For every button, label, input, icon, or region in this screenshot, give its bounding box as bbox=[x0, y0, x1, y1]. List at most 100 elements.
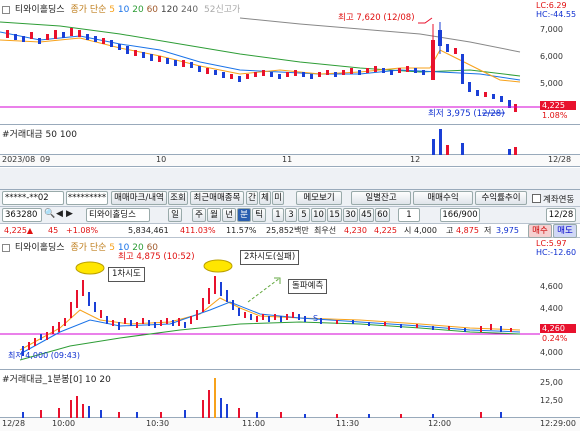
top-chart-panel[interactable]: 티와이홀딩스 종가 단순 5 10 20 60 120 240 52신고가 LC… bbox=[0, 0, 580, 125]
bottom-pct-badge: 0.24% bbox=[542, 334, 568, 343]
stock-toolbar: 363280 🔍 ◀ ▶ 티와이홀딩스 일 주 월 년 분 틱 1 3 5 10… bbox=[0, 207, 580, 224]
top-xlabel: 12/28 bbox=[548, 155, 572, 164]
top-x-axis: 2023/08 09 10 11 12 12/28 bbox=[0, 155, 580, 167]
top-ytick: 7,000 bbox=[540, 25, 563, 34]
top-xlabel: 10 bbox=[156, 155, 167, 164]
minute-10[interactable]: 10 bbox=[311, 208, 326, 222]
minute-1[interactable]: 1 bbox=[272, 208, 284, 222]
open-label: 시 bbox=[404, 226, 412, 235]
top-volume-bars bbox=[432, 129, 517, 155]
volume-rate: 411.03% bbox=[180, 226, 216, 235]
bottom-volume-panel[interactable]: #거래대금_1분봉[0] 10 20 25,00 12,50 bbox=[0, 370, 580, 418]
period-week[interactable]: 주 bbox=[192, 208, 206, 222]
minute-15[interactable]: 15 bbox=[327, 208, 342, 222]
minute-45[interactable]: 45 bbox=[359, 208, 374, 222]
account-link-checkbox[interactable] bbox=[532, 194, 541, 203]
minute-30[interactable]: 30 bbox=[343, 208, 358, 222]
minute-60[interactable]: 60 bbox=[375, 208, 390, 222]
bottom-xlabel: 12:29:00 bbox=[540, 419, 576, 428]
bottom-ytick: 4,600 bbox=[540, 282, 563, 291]
bottom-hc-label: HC:-12.60 bbox=[536, 248, 577, 257]
bottom-chart-panel[interactable]: 티와이홀딩스 종가 단순 5 10 20 60 LC:5.97 HC:-12.6… bbox=[0, 238, 580, 370]
top-price-badge: 4,225 bbox=[540, 101, 576, 110]
change-amount: 45 bbox=[48, 226, 59, 235]
account-select[interactable]: *****-**02 bbox=[2, 191, 64, 205]
date-field[interactable]: 12/28 bbox=[546, 208, 576, 222]
vol-tick: 12,50 bbox=[540, 396, 563, 405]
top-high-note: 최고 7,620 (12/08) bbox=[338, 13, 415, 23]
note-breakout-forecast: 돌파예측 bbox=[288, 279, 328, 294]
vol-tick: 25,00 bbox=[540, 378, 563, 387]
account-link-label: 계좌연동 bbox=[543, 195, 575, 205]
minute-5[interactable]: 5 bbox=[298, 208, 310, 222]
query-button[interactable]: 조회 bbox=[168, 191, 188, 205]
daily-balance-button[interactable]: 일별잔고 bbox=[351, 191, 411, 205]
bottom-x-axis: 12/28 10:00 10:30 11:00 11:30 12:00 12:2… bbox=[0, 418, 580, 431]
pref-label: 최우선 bbox=[314, 226, 337, 235]
bottom-ytick: 4,000 bbox=[540, 348, 563, 357]
top-ytick: 6,000 bbox=[540, 52, 563, 61]
period-year[interactable]: 년 bbox=[222, 208, 236, 222]
top-lc-label: LC:6.29 bbox=[536, 1, 567, 10]
current-price: 4,225▲ bbox=[4, 226, 34, 235]
return-trend-button[interactable]: 수익률추이 bbox=[475, 191, 527, 205]
bottom-xlabel: 11:30 bbox=[336, 419, 360, 428]
period-tick[interactable]: 틱 bbox=[252, 208, 266, 222]
quote-row: 4,225▲ 45 +1.08% 5,834,461 411.03% 11.57… bbox=[0, 224, 580, 238]
note-first-attempt: 1차시도 bbox=[108, 267, 145, 282]
high-price: 4,875 bbox=[456, 226, 479, 235]
top-xlabel: 12 bbox=[410, 155, 421, 164]
note-second-attempt: 2차시도(실패) bbox=[240, 250, 300, 265]
memo-button[interactable]: 메모보기 bbox=[296, 191, 342, 205]
bottom-xlabel: 11:00 bbox=[242, 419, 266, 428]
buy-button[interactable]: 매수 bbox=[528, 224, 552, 238]
bottom-low-note: 최저 4,000 (09:43) bbox=[8, 351, 81, 360]
bottom-volume-bars bbox=[22, 378, 502, 418]
sell-button[interactable]: 매도 bbox=[553, 224, 577, 238]
top-price-plot bbox=[0, 17, 540, 114]
count-field[interactable]: 166/900 bbox=[440, 208, 480, 222]
top-low-note: 최저 3,975 (12/28) bbox=[428, 109, 505, 119]
password-field[interactable]: ********* bbox=[66, 191, 108, 205]
period-day[interactable]: 일 bbox=[168, 208, 182, 222]
bottom-xlabel: 12/28 bbox=[2, 419, 26, 428]
recent-items-button[interactable]: 최근매매종목 bbox=[190, 191, 244, 205]
account-toolbar: *****-**02 ********* 매매마크/내역 조회 최근매매종목 간… bbox=[0, 190, 580, 207]
top-volume-panel[interactable]: #거래대금 50 100 bbox=[0, 125, 580, 155]
splitter[interactable] bbox=[0, 168, 580, 190]
svg-text:S: S bbox=[313, 314, 318, 323]
bottom-xlabel: 12:00 bbox=[428, 419, 452, 428]
period-minute[interactable]: 분 bbox=[237, 208, 251, 222]
low-label: 저 bbox=[484, 226, 492, 235]
minute-3[interactable]: 3 bbox=[285, 208, 297, 222]
search-icon[interactable]: 🔍 bbox=[44, 209, 55, 219]
pref-bid: 4,225 bbox=[374, 226, 397, 235]
change-rate: +1.08% bbox=[66, 226, 99, 235]
top-ytick: 5,000 bbox=[540, 79, 563, 88]
top-xlabel: 11 bbox=[282, 155, 293, 164]
stock-name[interactable]: 티와이홀딩스 bbox=[86, 208, 150, 222]
bottom-price-plot: S bbox=[0, 259, 540, 361]
amount: 25,852백만 bbox=[266, 226, 309, 235]
stock-code-input[interactable]: 363280 bbox=[2, 208, 42, 222]
turnover: 11.57% bbox=[226, 226, 257, 235]
pref-ask: 4,230 bbox=[344, 226, 367, 235]
bottom-lc-label: LC:5.97 bbox=[536, 239, 567, 248]
unfilled-button[interactable]: 미 bbox=[272, 191, 284, 205]
top-xlabel: 2023/08 bbox=[2, 155, 36, 164]
bottom-high-note: 최고 4,875 (10:52) bbox=[118, 252, 195, 262]
period-month[interactable]: 월 bbox=[207, 208, 221, 222]
filled-button[interactable]: 체 bbox=[259, 191, 271, 205]
interval-select[interactable]: 1 bbox=[398, 208, 420, 222]
top-pct-badge: 1.08% bbox=[542, 111, 568, 120]
low-price: 3,975 bbox=[496, 226, 519, 235]
top-xlabel: 09 bbox=[40, 155, 51, 164]
simple-button[interactable]: 간 bbox=[246, 191, 258, 205]
trade-mark-button[interactable]: 매매마크/내역 bbox=[111, 191, 167, 205]
open-price: 4,000 bbox=[414, 226, 437, 235]
bottom-xlabel: 10:30 bbox=[146, 419, 170, 428]
bottom-price-badge: 4,260 bbox=[540, 324, 576, 333]
trade-profit-button[interactable]: 매매수익 bbox=[413, 191, 473, 205]
next-icon[interactable]: ▶ bbox=[66, 209, 73, 219]
prev-icon[interactable]: ◀ bbox=[56, 209, 63, 219]
